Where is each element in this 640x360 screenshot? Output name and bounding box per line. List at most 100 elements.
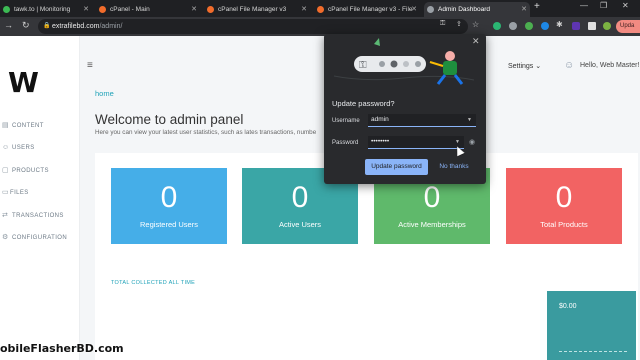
maximize-icon[interactable]: ❐ [600,1,607,10]
browser-toolbar: → ↻ 🔒 extrafilebd.com/admin/ ⚿ ⇪ ☆ ✱ Upd… [0,17,640,36]
products-icon: ▢ [2,167,10,174]
chart-baseline [559,351,627,352]
sidebar-item-configuration[interactable]: ⚙ CONFIGURATION [0,231,80,245]
site-logo[interactable]: W [8,66,39,99]
sidebar: W ▤ CONTENT ☺ USERS ▢ PRODUCTS ▭ FILES ⇄… [0,36,80,360]
sidebar-item-content[interactable]: ▤ CONTENT [0,119,80,133]
tab-title: cPanel File Manager v3 [218,6,287,13]
sidebar-item-label: TRANSACTIONS [12,213,64,219]
sidebar-item-label: FILES [10,190,29,196]
configuration-icon: ⚙ [2,234,9,241]
new-tab-button[interactable]: + [534,1,540,12]
browser-tab[interactable]: cPanel - Main ✕ [96,2,200,17]
sidebar-item-products[interactable]: ▢ PRODUCTS [0,164,80,178]
extensions-puzzle-icon[interactable]: ✱ [556,20,563,29]
username-value: admin [371,116,389,123]
transactions-icon: ⇄ [2,212,9,219]
tab-title: tawk.to | Monitoring [14,6,71,13]
forward-icon[interactable]: → [4,20,13,30]
reload-icon[interactable]: ↻ [22,20,30,31]
browser-tab-active[interactable]: Admin Dashboard ✕ [424,2,530,17]
sidebar-item-label: USERS [12,145,35,151]
close-tab-icon[interactable]: ✕ [521,2,527,17]
profile-icon[interactable] [603,22,611,30]
key-icon[interactable]: ⚿ [440,20,445,28]
password-value: •••••••• [371,138,390,145]
close-tab-icon[interactable]: ✕ [301,2,307,17]
svg-text:⚿: ⚿ [359,60,367,71]
cpanel-favicon-icon [317,6,324,13]
stat-card-total-products: 0 Total Products [506,168,622,244]
content-icon: ▤ [2,122,10,129]
sidebar-item-users[interactable]: ☺ USERS [0,141,80,155]
browser-tab-bar: tawk.to | Monitoring ✕ cPanel - Main ✕ c… [0,0,640,17]
stat-value: 0 [423,181,441,214]
extension-icon[interactable] [493,22,501,30]
extension-icon[interactable] [541,22,549,30]
extension-icon[interactable] [572,22,580,30]
sidebar-item-transactions[interactable]: ⇄ TRANSACTIONS [0,209,80,223]
page-subtitle: Here you can view your latest user stati… [95,129,317,136]
close-window-icon[interactable]: ✕ [622,1,629,10]
stat-value: 0 [291,181,309,214]
lock-icon: 🔒 [43,23,51,29]
close-tab-icon[interactable]: ✕ [191,2,197,17]
no-thanks-button[interactable]: No thanks [436,159,472,175]
total-collected-value: $0.00 [559,303,577,310]
tab-title: cPanel File Manager v3 - File [328,6,413,13]
save-password-dialog: ⚿ ✕ Update password? Username admin ▼ Pa… [324,34,486,184]
watermark: obileFlasherBD.com [0,342,124,355]
url-host: extrafilebd.com [52,23,100,30]
stat-value: 0 [555,181,573,214]
page-title: Welcome to admin panel [95,112,244,127]
stat-label: Active Memberships [398,220,466,229]
browser-tab[interactable]: cPanel File Manager v3 - File ✕ [314,2,420,17]
password-field[interactable]: •••••••• ▼ [368,136,464,149]
password-label: Password [332,140,359,146]
browser-tab[interactable]: cPanel File Manager v3 ✕ [204,2,310,17]
url-path: /admin/ [99,23,123,30]
cpanel-favicon-icon [207,6,214,13]
total-collected-card: $0.00 [547,291,636,360]
tab-favicon-icon [3,6,10,13]
share-icon[interactable]: ⇪ [456,20,462,28]
update-password-button[interactable]: Update password [365,159,428,175]
sidebar-item-label: CONTENT [12,123,44,129]
breadcrumb[interactable]: home [95,89,114,98]
avatar[interactable]: ☺ [564,60,574,71]
cpanel-favicon-icon [99,6,106,13]
tab-title: Admin Dashboard [438,6,491,13]
username-field[interactable]: admin ▼ [368,114,476,127]
sidebar-item-label: CONFIGURATION [12,235,68,241]
username-label: Username [332,118,360,124]
browser-tab[interactable]: tawk.to | Monitoring ✕ [0,2,92,17]
globe-favicon-icon [427,6,434,13]
close-icon[interactable]: ✕ [472,36,480,47]
password-illustration: ⚿ [333,38,475,85]
chevron-down-icon[interactable]: ▼ [467,114,472,126]
user-greeting[interactable]: Hello, Web Master! [580,62,639,69]
settings-dropdown[interactable]: Settings ⌄ [508,62,541,70]
close-tab-icon[interactable]: ✕ [83,2,89,17]
stat-label: Total Products [540,220,588,229]
tab-title: cPanel - Main [110,6,150,13]
users-icon: ☺ [2,144,10,151]
menu-toggle-icon[interactable]: ≡ [87,60,93,71]
extension-icon[interactable] [509,22,517,30]
stat-value: 0 [160,181,178,214]
extension-icon[interactable] [525,22,533,30]
stats-panel: 0 Registered Users 0 Active Users 0 Acti… [95,153,638,360]
stat-label: Active Users [278,220,322,229]
minimize-icon[interactable]: — [580,1,588,10]
show-password-eye-icon[interactable]: ◉ [469,138,475,146]
address-bar[interactable]: 🔒 extrafilebd.com/admin/ [38,19,468,34]
browser-update-button[interactable]: Upda [616,20,640,33]
extension-icon[interactable] [588,22,596,30]
close-tab-icon[interactable]: ✕ [411,2,417,17]
files-icon: ▭ [2,189,10,196]
stat-card-registered-users: 0 Registered Users [111,168,227,244]
total-collected-label: TOTAL COLLECTED ALL TIME [111,280,196,286]
dialog-title: Update password? [332,99,395,108]
bookmark-star-icon[interactable]: ☆ [472,20,479,29]
sidebar-item-files[interactable]: ▭ FILES [0,186,80,200]
